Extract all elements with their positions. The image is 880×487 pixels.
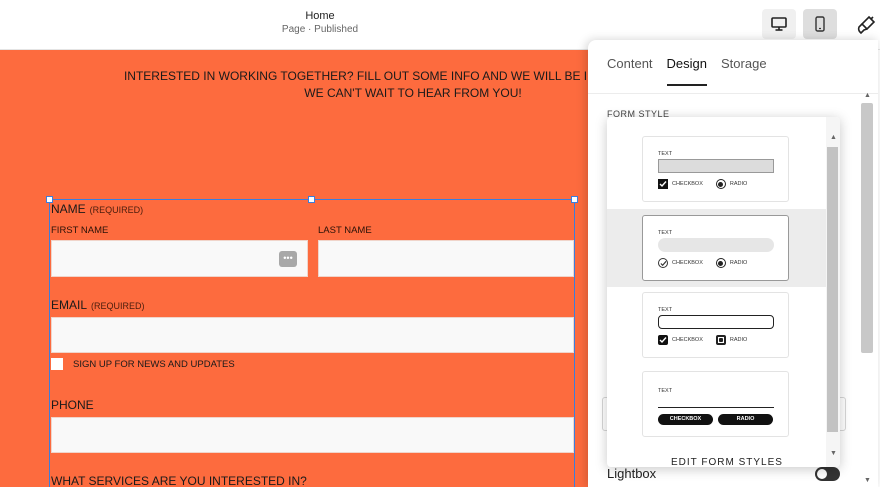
intro-line-2: WE CAN'T WAIT TO HEAR FROM YOU! <box>304 86 522 100</box>
dropdown-scroll-thumb[interactable] <box>827 147 838 432</box>
form-style-option-rounded[interactable]: TEXT CHECKBOX RADIO <box>607 209 826 287</box>
lightbox-label: Lightbox <box>607 466 657 481</box>
preview-controls: CHECKBOX RADIO <box>658 179 747 189</box>
page-canvas[interactable]: INTERESTED IN WORKING TOGETHER? FILL OUT… <box>0 50 592 487</box>
preview-text-label: TEXT <box>658 388 673 394</box>
services-label: WHAT SERVICES ARE YOU INTERESTED IN? <box>51 474 307 487</box>
form-style-option-boxed[interactable]: TEXT CHECKBOX RADIO <box>607 130 826 208</box>
newsletter-checkbox[interactable] <box>51 358 63 370</box>
first-name-input[interactable]: ••• <box>51 240 308 277</box>
radio-selected-icon <box>715 258 726 268</box>
preview-radio-label: RADIO <box>729 260 748 266</box>
style-preview-card: TEXT CHECKBOX RADIO <box>642 136 789 202</box>
form-style-option-underline[interactable]: TEXT CHECKBOX RADIO <box>607 365 826 443</box>
mobile-icon <box>815 16 825 32</box>
style-preview-card: TEXT CHECKBOX RADIO <box>642 215 789 281</box>
scroll-down-arrow-icon[interactable]: ▼ <box>864 477 871 484</box>
desktop-icon <box>771 17 787 31</box>
email-label-text: EMAIL <box>51 298 88 312</box>
preview-input <box>658 396 774 408</box>
preview-controls: CHECKBOX RADIO <box>658 258 747 268</box>
site-styles-button[interactable] <box>853 12 879 38</box>
name-label-text: NAME <box>51 202 86 216</box>
email-required-tag: (REQUIRED) <box>91 301 145 311</box>
tab-design[interactable]: Design <box>666 56 708 86</box>
preview-checkbox-label: CHECKBOX <box>672 337 703 343</box>
dropdown-scroll-down-icon[interactable]: ▼ <box>830 450 837 457</box>
preview-checkbox-label: CHECKBOX <box>672 181 703 187</box>
first-name-label: FIRST NAME <box>51 225 109 236</box>
intro-line-1: INTERESTED IN WORKING TOGETHER? FILL OUT… <box>123 69 592 83</box>
preview-text-label: TEXT <box>658 230 673 236</box>
preview-controls: CHECKBOX RADIO <box>658 414 773 425</box>
tab-storage[interactable]: Storage <box>721 56 767 86</box>
edit-form-styles-link[interactable]: EDIT FORM STYLES <box>671 457 783 467</box>
checkbox-checked-icon <box>658 179 668 189</box>
lightbox-toggle[interactable] <box>815 467 840 481</box>
dropdown-scroll-up-icon[interactable]: ▲ <box>830 134 837 141</box>
last-name-input[interactable] <box>318 240 574 277</box>
last-name-label: LAST NAME <box>318 225 372 236</box>
page-status: Page · Published <box>281 24 359 35</box>
email-input[interactable] <box>51 317 574 353</box>
scroll-up-arrow-icon[interactable]: ▲ <box>864 92 871 99</box>
intro-text: INTERESTED IN WORKING TOGETHER? FILL OUT… <box>0 68 592 102</box>
desktop-view-button[interactable] <box>762 9 796 39</box>
preview-input <box>658 159 774 173</box>
radio-selected-icon <box>715 179 726 189</box>
tab-content[interactable]: Content <box>607 56 653 86</box>
phone-label: PHONE <box>51 398 94 412</box>
preview-text-label: TEXT <box>658 307 673 313</box>
phone-input[interactable] <box>51 417 574 453</box>
preview-radio-label: RADIO <box>729 181 748 187</box>
tabs-divider <box>588 93 878 94</box>
preview-controls: CHECKBOX RADIO <box>658 335 747 345</box>
newsletter-label: SIGN UP FOR NEWS AND UPDATES <box>73 359 235 370</box>
name-required-tag: (REQUIRED) <box>89 205 144 215</box>
resize-handle-top-right[interactable] <box>571 196 578 203</box>
checkbox-round-icon <box>658 258 668 268</box>
name-label: NAME (REQUIRED) <box>51 202 143 216</box>
email-label: EMAIL (REQUIRED) <box>51 298 145 312</box>
preview-text-label: TEXT <box>658 151 673 157</box>
panel-tabs: Content Design Storage <box>607 56 767 86</box>
checkbox-checked-icon <box>658 335 668 345</box>
panel-scrollbar-thumb[interactable] <box>861 103 873 353</box>
toggle-knob <box>817 469 827 479</box>
radio-square-icon <box>715 335 726 345</box>
preview-input <box>658 315 774 329</box>
autofill-dots-icon[interactable]: ••• <box>279 251 297 267</box>
paintbrush-icon <box>857 15 876 35</box>
preview-checkbox-pill: CHECKBOX <box>658 414 713 425</box>
preview-radio-pill: RADIO <box>718 414 773 425</box>
style-preview-card: TEXT CHECKBOX RADIO <box>642 371 789 437</box>
style-preview-card: TEXT CHECKBOX RADIO <box>642 292 789 358</box>
preview-input <box>658 238 774 252</box>
page-title: Home <box>305 10 335 22</box>
mobile-view-button[interactable] <box>803 9 837 39</box>
preview-radio-label: RADIO <box>729 337 748 343</box>
form-style-option-outlined[interactable]: TEXT CHECKBOX RADIO <box>607 287 826 365</box>
preview-checkbox-label: CHECKBOX <box>672 260 703 266</box>
form-style-dropdown: TEXT CHECKBOX RADIO TEXT CHECKBOX RADIO … <box>607 117 840 467</box>
resize-handle-top[interactable] <box>308 196 315 203</box>
editor-root: Home Page · Published INTERESTED IN WORK… <box>0 0 880 487</box>
